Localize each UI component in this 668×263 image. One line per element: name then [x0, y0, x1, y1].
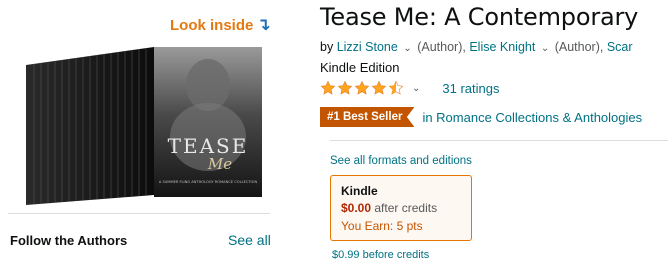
- star-full-icon: [354, 80, 370, 95]
- best-seller-category-link[interactable]: in Romance Collections & Anthologies: [422, 110, 642, 125]
- follow-authors-heading: Follow the Authors: [10, 233, 128, 248]
- best-seller-badge[interactable]: #1 Best Seller: [320, 107, 415, 127]
- rating-row: ⌄ 31 ratings: [320, 80, 499, 96]
- look-inside-link[interactable]: Look inside ↴: [170, 15, 271, 35]
- star-full-icon: [320, 80, 336, 95]
- star-full-icon: [337, 80, 353, 95]
- star-rating[interactable]: [320, 80, 404, 96]
- author-role: (Author),: [554, 40, 604, 54]
- ratings-count-link[interactable]: 31 ratings: [442, 81, 499, 96]
- chevron-down-icon[interactable]: ⌄: [403, 43, 411, 54]
- chevron-down-icon[interactable]: ⌄: [541, 43, 549, 54]
- kindle-format-option[interactable]: Kindle $0.00 after credits You Earn: 5 p…: [330, 175, 472, 241]
- price-note: after credits: [374, 201, 438, 215]
- see-all-authors-link[interactable]: See all: [228, 232, 271, 248]
- points-earned: You Earn: 5 pts: [341, 219, 423, 233]
- star-full-icon: [371, 80, 387, 95]
- front-cover: TEASE Me A SUMMER FLING ANTHOLOGY ROMANC…: [154, 47, 262, 197]
- chevron-down-icon[interactable]: ⌄: [412, 83, 420, 94]
- edition-label: Kindle Edition: [320, 60, 400, 75]
- image-block: Look inside ↴ TEASE Me A SUMMER FLING AN…: [0, 0, 290, 263]
- book-cover-image[interactable]: TEASE Me A SUMMER FLING ANTHOLOGY ROMANC…: [24, 45, 264, 205]
- star-half-icon: [388, 80, 404, 95]
- all-formats-link[interactable]: See all formats and editions: [330, 155, 472, 167]
- author-link[interactable]: Lizzi Stone: [337, 40, 398, 54]
- best-seller-row: #1 Best Seller in Romance Collections & …: [320, 107, 642, 127]
- cover-script-title: Me: [207, 155, 232, 173]
- product-title: Tease Me: A Contemporary: [320, 3, 639, 31]
- look-inside-arrow-icon: ↴: [256, 15, 271, 34]
- product-details: Tease Me: A Contemporary by Lizzi Stone …: [320, 0, 668, 263]
- before-credits-price: $0.99 before credits: [332, 249, 430, 261]
- format-label: Kindle: [341, 184, 378, 198]
- author-byline: by Lizzi Stone ⌄ (Author), Elise Knight …: [320, 40, 633, 54]
- book-spines: [26, 47, 154, 205]
- price-value: $0.00: [341, 201, 372, 215]
- section-divider: [330, 140, 668, 141]
- author-role: (Author),: [417, 40, 466, 54]
- section-divider: [8, 213, 270, 214]
- by-label: by: [320, 40, 334, 54]
- author-link[interactable]: Scar: [607, 40, 633, 54]
- author-link[interactable]: Elise Knight: [469, 40, 535, 54]
- book-box-set-illustration: TEASE Me A SUMMER FLING ANTHOLOGY ROMANC…: [26, 47, 262, 205]
- price-line: $0.00 after credits: [341, 201, 461, 215]
- cover-subtitle: A SUMMER FLING ANTHOLOGY ROMANCE COLLECT…: [159, 180, 258, 184]
- look-inside-label: Look inside: [170, 16, 254, 34]
